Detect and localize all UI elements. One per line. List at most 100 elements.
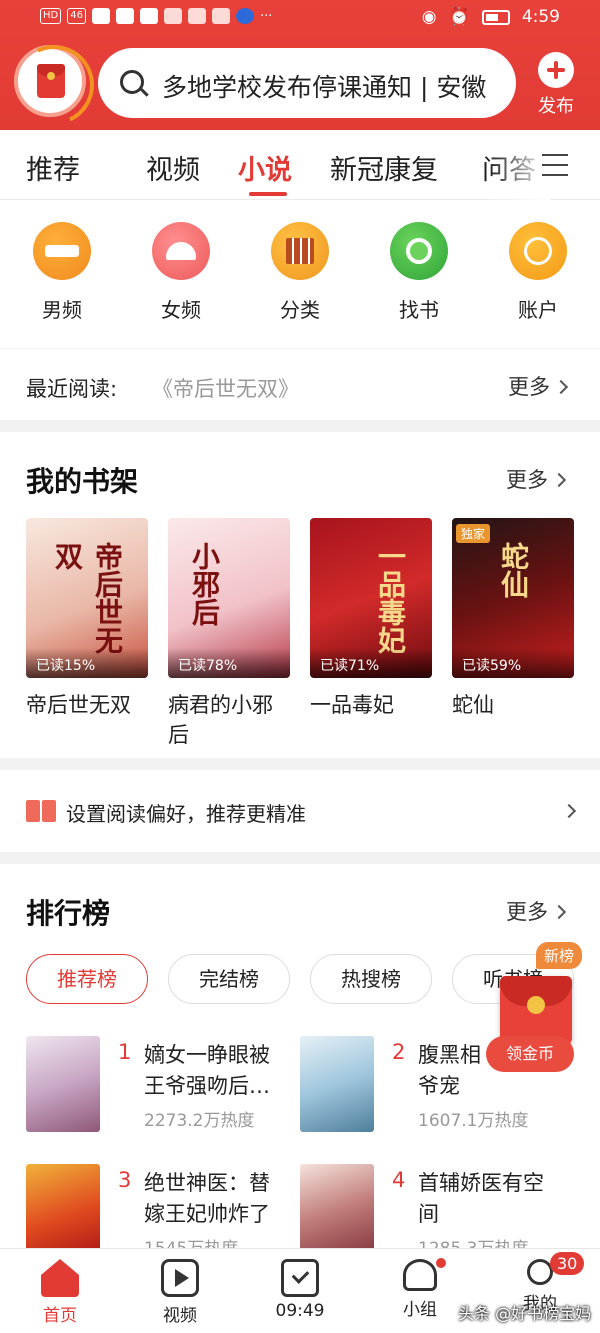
cover-title: 一品毒妃 (374, 542, 407, 654)
rank-number: 1 (118, 1040, 132, 1064)
chevron-right-icon (561, 803, 577, 819)
nav-checkin[interactable]: 09:49 (260, 1259, 340, 1321)
rankings-more-link[interactable]: 更多 (506, 896, 567, 926)
claim-coins-button[interactable]: 领金币 (486, 1036, 574, 1072)
nav-groups[interactable]: 小组 (380, 1258, 460, 1320)
quick-label: 找书 (399, 298, 439, 322)
book-name: 病君的小邪后 (168, 693, 273, 747)
notification-icon (211, 8, 230, 24)
plus-icon (538, 52, 574, 88)
nav-label: 小组 (403, 1300, 437, 1320)
recent-reading-row[interactable]: 最近阅读: 《帝后世无双》 更多 (0, 348, 600, 420)
chevron-right-icon (551, 904, 567, 920)
quick-male-channel[interactable]: 男频 (22, 222, 102, 323)
rank-heat: 1607.1万热度 (418, 1111, 529, 1131)
pill-recommend[interactable]: 推荐榜 (26, 954, 148, 1004)
menu-icon[interactable] (542, 154, 568, 176)
wifi-icon (115, 8, 134, 24)
group-icon (403, 1258, 446, 1291)
nav-home[interactable]: 首页 (20, 1259, 100, 1326)
chevron-right-icon (553, 379, 569, 395)
quick-label: 男频 (42, 298, 82, 322)
publish-label: 发布 (538, 96, 574, 117)
inkstone-icon (33, 222, 91, 280)
tab-covid-recovery[interactable]: 新冠康复 (330, 148, 438, 187)
battery-icon (481, 9, 510, 25)
rankings-title: 排行榜 (26, 897, 111, 930)
search-bar[interactable]: 多地学校发布停课通知 | 安徽 (98, 48, 516, 118)
channel-tabs: 推荐 视频 小说 新冠康复 问答 (0, 130, 600, 200)
nav-label: 视频 (163, 1306, 197, 1326)
shelf-book[interactable]: 独家 蛇仙 已读59% 蛇仙 (452, 518, 574, 720)
tab-novel[interactable]: 小说 (238, 148, 292, 187)
reading-preferences-row[interactable]: 设置阅读偏好，推荐更精准 (0, 770, 600, 852)
quick-label: 女频 (161, 298, 201, 322)
shelf-book[interactable]: 一品毒妃 已读71% 一品毒妃 (310, 518, 432, 720)
tab-recommend[interactable]: 推荐 (26, 148, 80, 187)
pill-trending[interactable]: 热搜榜 (310, 954, 432, 1004)
exclusive-tag: 独家 (456, 524, 491, 543)
status-icons-right: ◉ ⏰ 4:59 (422, 7, 560, 27)
book-name: 一品毒妃 (310, 693, 394, 717)
quick-female-channel[interactable]: 女频 (141, 222, 221, 323)
publish-button[interactable]: 发布 (530, 52, 582, 118)
book-name: 帝后世无双 (26, 693, 131, 717)
new-ranking-tag: 新榜 (536, 942, 583, 969)
status-time: 4:59 (521, 7, 560, 27)
coin-icon (509, 222, 567, 280)
book-cover: 独家 蛇仙 已读59% (452, 518, 574, 678)
recent-more-link[interactable]: 更多 (508, 371, 569, 401)
quick-entry-row: 男频 女频 分类 找书 账户 (0, 200, 600, 348)
signal-icon (91, 8, 110, 24)
tab-fade (490, 130, 550, 200)
network-indicator: 46 (67, 8, 86, 24)
chevron-right-icon (551, 472, 567, 488)
rank-cover (26, 1036, 100, 1132)
pill-completed[interactable]: 完结榜 (168, 954, 290, 1004)
tab-video[interactable]: 视频 (146, 148, 200, 187)
cover-title: 小邪后 (188, 542, 221, 626)
fan-icon (152, 222, 210, 280)
bookshelf-section: 我的书架 更多 帝后世无双 已读15% 帝后世无双 小邪后 已读78% 病君的小… (0, 432, 600, 758)
unread-dot (436, 1258, 446, 1268)
rank-number: 2 (392, 1040, 406, 1064)
nav-video[interactable]: 视频 (140, 1259, 220, 1326)
bookshelf-title: 我的书架 (26, 465, 139, 498)
calendar-check-icon (281, 1259, 319, 1297)
bookshelf-more-link[interactable]: 更多 (506, 464, 567, 494)
qq-icon (139, 8, 158, 24)
redpack-icon (37, 64, 65, 98)
rank-heat: 2273.2万热度 (144, 1111, 255, 1131)
recent-label: 最近阅读: (26, 377, 118, 401)
eye-icon: ◉ (421, 7, 437, 27)
read-progress: 已读59% (452, 648, 574, 678)
read-progress: 已读78% (168, 648, 290, 678)
rank-cover (26, 1164, 100, 1260)
watermark: 头条 @好书榜宝妈 (458, 1304, 592, 1323)
hd-indicator: HD (40, 8, 62, 24)
shelf-book[interactable]: 帝后世无双 已读15% 帝后世无双 (26, 518, 148, 720)
read-progress: 已读71% (310, 648, 432, 678)
play-icon (161, 1259, 199, 1297)
recent-book-title[interactable]: 《帝后世无双》 (152, 373, 299, 403)
redpack-avatar-button[interactable] (14, 45, 86, 117)
nav-label: 09:49 (275, 1301, 325, 1321)
preferences-text: 设置阅读偏好，推荐更精准 (66, 802, 306, 826)
book-name: 蛇仙 (452, 693, 494, 717)
notification-icon (187, 8, 206, 24)
rank-title: 首辅娇医有空间 (418, 1171, 544, 1226)
magnifier-icon (390, 222, 448, 280)
app-header: HD 46 ··· ◉ ⏰ 4:59 多地学校发布停课通知 | 安徽 发布 (0, 0, 600, 130)
shelf-book[interactable]: 小邪后 已读78% 病君的小邪后 (168, 518, 290, 750)
nav-label: 首页 (43, 1306, 77, 1326)
quick-account[interactable]: 账户 (498, 222, 578, 323)
quick-label: 分类 (280, 298, 320, 322)
cover-title: 蛇仙 (497, 542, 530, 598)
rank-number: 3 (118, 1168, 132, 1192)
quick-find-book[interactable]: 找书 (379, 222, 459, 323)
rank-title: 嫡女一睁眼被王爷强吻后… (144, 1043, 270, 1098)
active-tab-indicator (249, 192, 287, 196)
status-icons-left: HD 46 ··· (40, 8, 272, 24)
quick-category[interactable]: 分类 (260, 222, 340, 323)
read-progress: 已读15% (26, 648, 148, 678)
